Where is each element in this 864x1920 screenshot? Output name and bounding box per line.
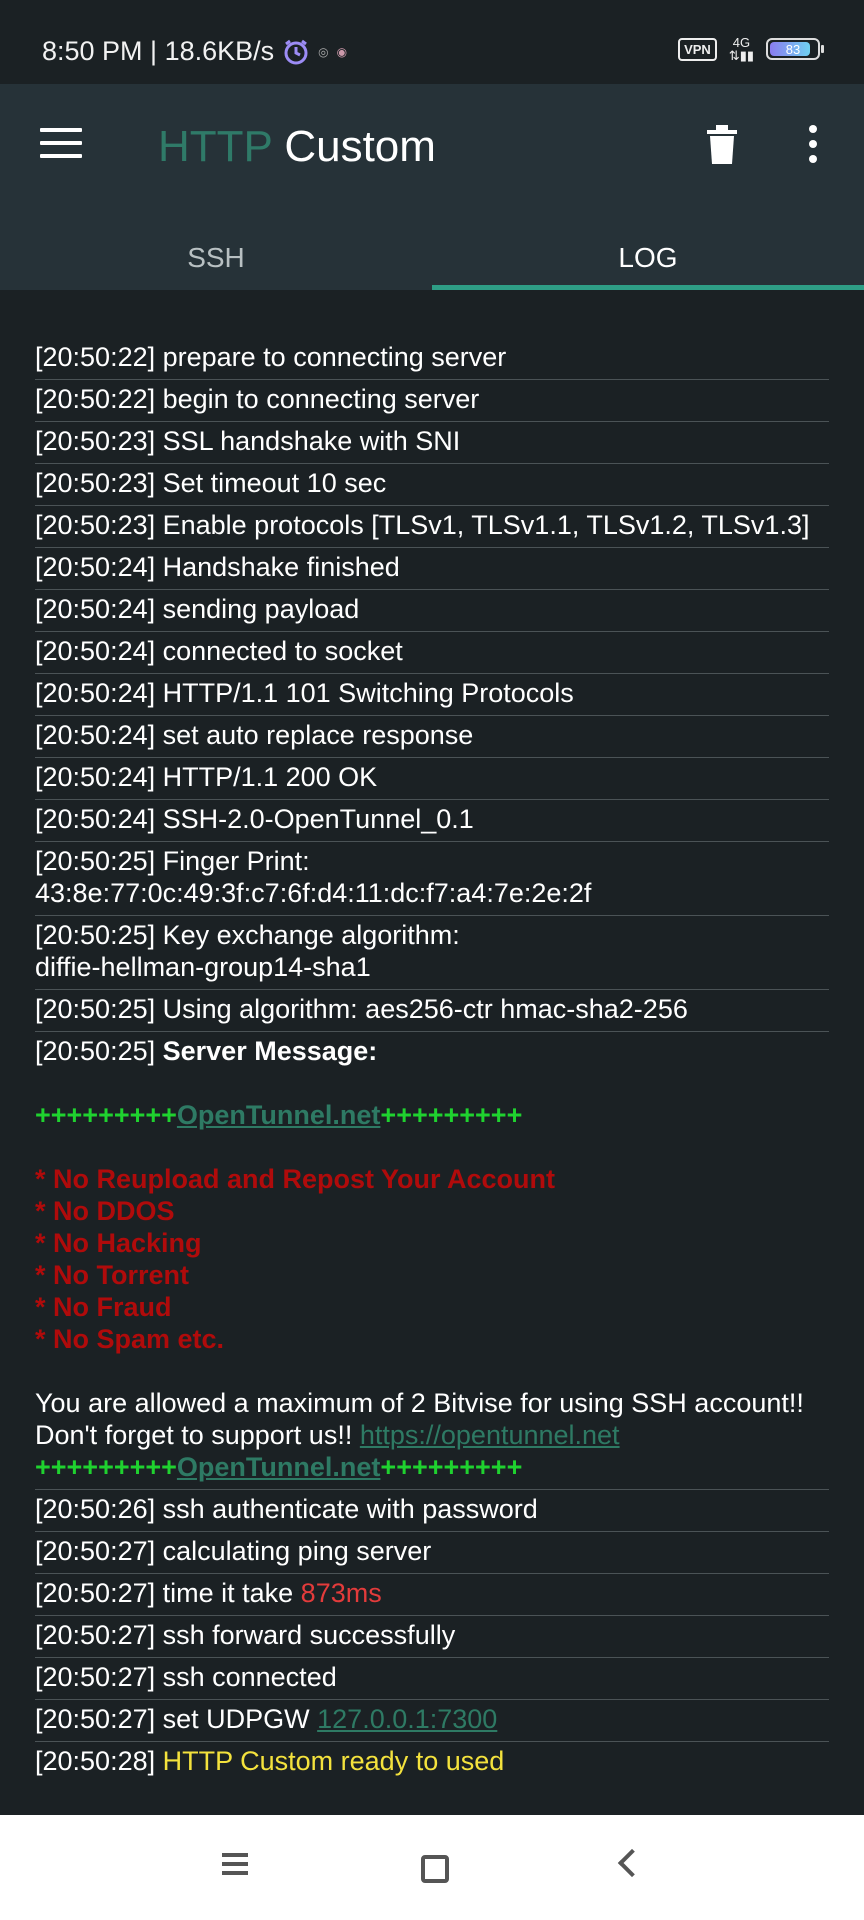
tab-ssh[interactable]: SSH: [0, 214, 432, 290]
ready-message: HTTP Custom ready to used: [162, 1746, 505, 1776]
kex-title: [20:50:25] Key exchange algorithm:: [35, 920, 460, 950]
log-panel: [20:50:22] prepare to connecting server …: [35, 338, 829, 1783]
app-title-part2: Custom: [284, 122, 436, 171]
rule-item: * No Spam etc.: [35, 1324, 225, 1354]
log-line: [20:50:24] connected to socket: [35, 632, 829, 674]
rule-item: * No Fraud: [35, 1292, 172, 1322]
battery-level: 83: [785, 41, 801, 57]
server-msg-timestamp: [20:50:25]: [35, 1036, 156, 1066]
banner-plus-right: +++++++++: [380, 1452, 523, 1482]
vpn-badge: VPN: [678, 37, 717, 61]
allowed-text: You are allowed a maximum of 2 Bitvise f…: [35, 1388, 804, 1418]
battery-icon: 83: [766, 38, 824, 60]
log-line: [20:50:24] HTTP/1.1 200 OK: [35, 758, 829, 800]
ping-value: 873ms: [300, 1578, 382, 1608]
banner-plus-left: +++++++++: [35, 1452, 177, 1482]
trash-icon[interactable]: [704, 122, 740, 166]
kex-value: diffie-hellman-group14-sha1: [35, 952, 371, 982]
log-line: [20:50:23] SSL handshake with SNI: [35, 422, 829, 464]
more-vert-icon[interactable]: [806, 124, 820, 164]
log-line: [20:50:22] begin to connecting server: [35, 380, 829, 422]
banner-link[interactable]: OpenTunnel.net: [177, 1452, 381, 1482]
log-line: [20:50:23] Set timeout 10 sec: [35, 464, 829, 506]
app-title-part1: HTTP: [158, 122, 273, 171]
log-line: [20:50:24] set auto replace response: [35, 716, 829, 758]
log-line-kex: [20:50:25] Key exchange algorithm: diffi…: [35, 916, 829, 990]
banner-top: +++++++++OpenTunnel.net+++++++++: [35, 1099, 829, 1131]
alarm-icon: [284, 39, 308, 64]
status-bar: 8:50 PM | 18.6KB/s ◎ ◉ VPN 4G ⇅▮▮ 83: [0, 0, 864, 84]
banner-link[interactable]: OpenTunnel.net: [177, 1100, 381, 1130]
home-icon[interactable]: [421, 1855, 449, 1883]
rule-item: * No Reupload and Repost Your Account: [35, 1164, 556, 1194]
log-line-ready: [20:50:28] HTTP Custom ready to used: [35, 1742, 829, 1783]
tab-bar: SSH LOG: [0, 214, 864, 290]
time-take-prefix: [20:50:27] time it take: [35, 1578, 294, 1608]
log-line: [20:50:26] ssh authenticate with passwor…: [35, 1490, 829, 1532]
network-label: 4G: [732, 35, 751, 50]
log-line: [20:50:22] prepare to connecting server: [35, 338, 829, 380]
log-line: [20:50:24] SSH-2.0-OpenTunnel_0.1: [35, 800, 829, 842]
recents-icon[interactable]: [222, 1853, 248, 1880]
network-indicator: 4G ⇅▮▮: [728, 35, 754, 63]
status-right: VPN 4G ⇅▮▮ 83: [678, 35, 824, 63]
fingerprint-title: [20:50:25] Finger Print:: [35, 846, 310, 876]
log-line: [20:50:24] Handshake finished: [35, 548, 829, 590]
rule-item: * No DDOS: [35, 1196, 175, 1226]
log-line-fingerprint: [20:50:25] Finger Print: 43:8e:77:0c:49:…: [35, 842, 829, 916]
log-line-udpgw: [20:50:27] set UDPGW 127.0.0.1:7300: [35, 1700, 829, 1742]
udpgw-prefix: [20:50:27] set UDPGW: [35, 1704, 310, 1734]
rule-item: * No Torrent: [35, 1260, 189, 1290]
status-left: 8:50 PM | 18.6KB/s ◎ ◉: [42, 36, 347, 67]
log-line: [20:50:24] HTTP/1.1 101 Switching Protoc…: [35, 674, 829, 716]
ready-timestamp: [20:50:28]: [35, 1746, 156, 1776]
banner-plus-left: +++++++++: [35, 1100, 177, 1130]
hamburger-menu-icon[interactable]: [40, 128, 82, 158]
back-icon[interactable]: [617, 1848, 647, 1878]
log-line: [20:50:24] sending payload: [35, 590, 829, 632]
udpgw-value[interactable]: 127.0.0.1:7300: [317, 1704, 497, 1734]
support-text: Don't forget to support us!!: [35, 1420, 353, 1450]
app-bar: HTTP Custom SSH LOG: [0, 84, 864, 290]
log-line: [20:50:27] ssh connected: [35, 1658, 829, 1700]
log-line: [20:50:27] ssh forward successfully: [35, 1616, 829, 1658]
notification-icon: ◎: [318, 44, 329, 59]
tab-log[interactable]: LOG: [432, 214, 864, 290]
status-time-speed: 8:50 PM | 18.6KB/s: [42, 36, 275, 66]
log-line: [20:50:27] calculating ping server: [35, 1532, 829, 1574]
server-msg-label: Server Message:: [162, 1036, 378, 1066]
log-line: [20:50:23] Enable protocols [TLSv1, TLSv…: [35, 506, 829, 548]
fingerprint-value: 43:8e:77:0c:49:3f:c7:6f:d4:11:dc:f7:a4:7…: [35, 878, 592, 908]
app-title: HTTP Custom: [158, 122, 436, 172]
system-nav-bar: [0, 1815, 864, 1920]
log-line-server-message: [20:50:25] Server Message: +++++++++Open…: [35, 1032, 829, 1490]
banner-bottom: +++++++++OpenTunnel.net+++++++++: [35, 1451, 829, 1483]
log-line-time-take: [20:50:27] time it take 873ms: [35, 1574, 829, 1616]
log-line: [20:50:25] Using algorithm: aes256-ctr h…: [35, 990, 829, 1032]
support-link[interactable]: https://opentunnel.net: [360, 1420, 620, 1450]
banner-plus-right: +++++++++: [380, 1100, 523, 1130]
rule-item: * No Hacking: [35, 1228, 202, 1258]
notification-icon-2: ◉: [336, 44, 348, 59]
